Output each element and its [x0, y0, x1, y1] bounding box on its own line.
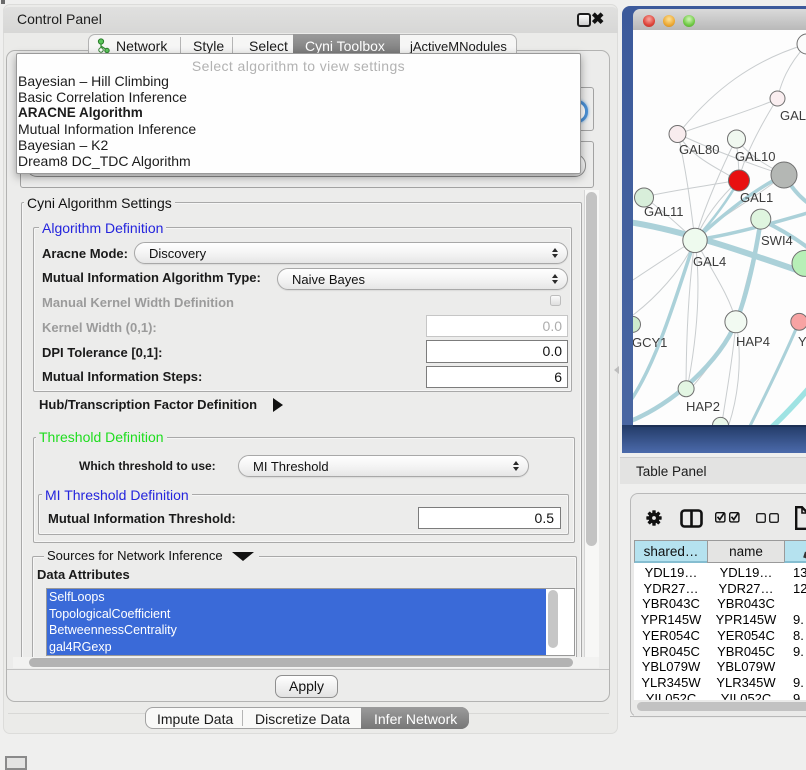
svg-text:GCY1: GCY1 [633, 335, 667, 350]
svg-text:GAL4: GAL4 [693, 254, 726, 269]
svg-text:GAL80: GAL80 [679, 142, 719, 157]
svg-text:GAL11: GAL11 [644, 204, 684, 219]
svg-text:GAL10: GAL10 [735, 149, 775, 164]
svg-text:SWI4: SWI4 [761, 233, 793, 248]
svg-text:HAP2: HAP2 [686, 399, 720, 414]
svg-text:Y: Y [798, 334, 806, 349]
svg-text:HAP4: HAP4 [736, 334, 770, 349]
svg-text:GAL1: GAL1 [740, 190, 773, 205]
svg-text:GAL: GAL [780, 108, 806, 123]
